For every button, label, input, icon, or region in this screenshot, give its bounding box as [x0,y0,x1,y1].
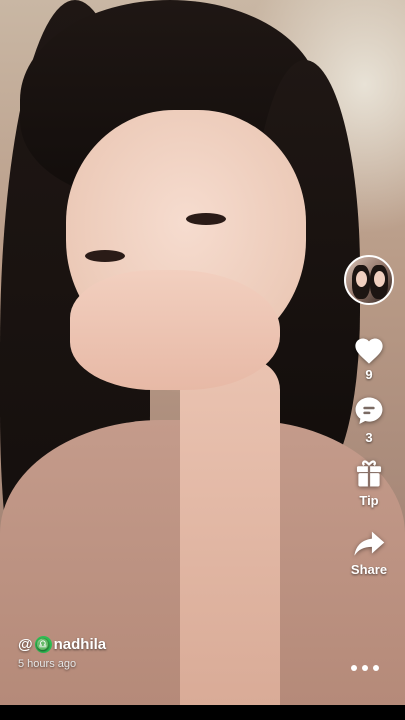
creator-avatar[interactable] [344,255,394,305]
post-time: 5 hours ago [18,658,77,670]
side-actions: 9 3 Tip Share [340,255,398,577]
eye-left [85,250,125,262]
username-text: nadhila [53,636,107,653]
share-label: Share [350,562,388,577]
like-count: 9 [365,367,373,382]
tip-button[interactable]: Tip [352,457,386,508]
like-button[interactable]: 9 [352,335,386,382]
share-icon [354,531,385,556]
share-button[interactable]: Share [351,528,387,577]
bottom-bar [0,705,405,720]
at-sign: @ [18,636,33,653]
comment-icon [355,397,383,425]
arm [180,360,280,705]
author-name[interactable]: @ ♎ nadhila [18,636,106,653]
zodiac-badge-icon: ♎ [34,636,52,653]
more-options-icon[interactable] [351,665,379,671]
avatar-face-1 [356,271,367,287]
gift-icon [356,460,382,487]
dot-2 [362,665,368,671]
dot-1 [351,665,357,671]
eye-right [186,213,226,225]
dot-3 [373,665,379,671]
hand [70,270,280,390]
heart-icon [355,338,383,364]
comment-count: 3 [365,430,373,445]
avatar-face-2 [374,271,385,287]
comment-button[interactable]: 3 [352,394,386,445]
tip-label: Tip [359,493,379,508]
